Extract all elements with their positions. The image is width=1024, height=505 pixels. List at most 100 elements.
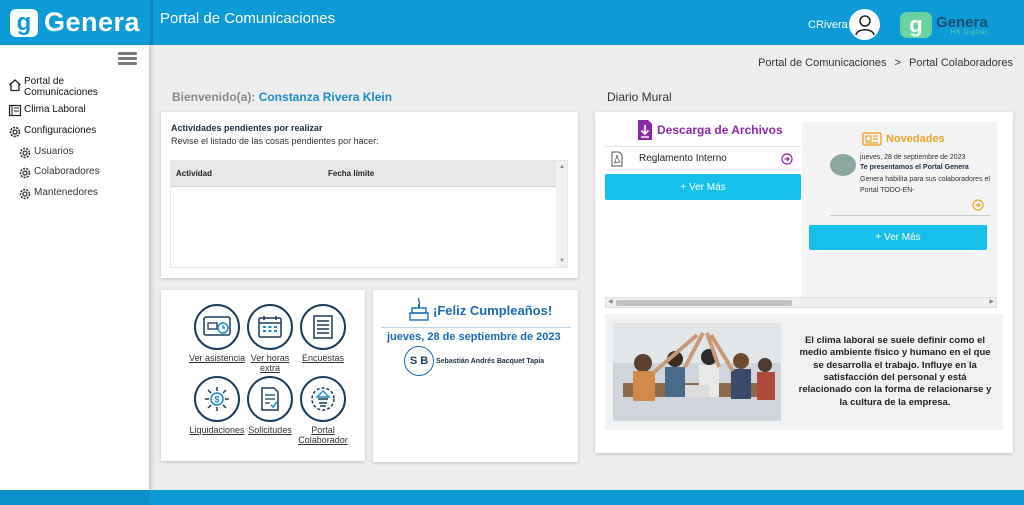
table-header: Actividad Fecha límite: [171, 161, 567, 187]
birthday-divider: [381, 327, 571, 328]
tile-label: Solicitudes: [248, 425, 292, 435]
user-avatar-icon[interactable]: [849, 9, 880, 40]
calendar-icon: [247, 304, 293, 350]
arrow-right-circle-icon[interactable]: [781, 153, 793, 165]
sidebar-item-clima[interactable]: Clima Laboral: [8, 104, 86, 117]
sidebar-item-label: Colaboradores: [34, 166, 100, 177]
scroll-left-icon[interactable]: ◀: [608, 298, 613, 305]
footer-bar: [0, 490, 1024, 505]
sidebar-item-colaboradores[interactable]: Colaboradores: [18, 166, 100, 180]
arrow-right-circle-icon[interactable]: [972, 199, 984, 211]
team-photo: [613, 323, 781, 421]
genera-hr-logo: g Genera HR Digital: [900, 12, 988, 38]
genera-hr-logo-icon: g: [900, 12, 932, 38]
scroll-right-icon[interactable]: ▶: [989, 298, 994, 305]
breadcrumb-separator: >: [894, 57, 901, 69]
scrollbar-thumb[interactable]: [616, 300, 792, 306]
column-header-activity[interactable]: Actividad: [171, 169, 328, 178]
welcome-prefix: Bienvenido(a):: [172, 90, 256, 104]
scroll-up-icon[interactable]: ▲: [559, 164, 565, 170]
activities-title: Actividades pendientes por realizar: [171, 123, 323, 133]
home-icon: [9, 79, 21, 92]
tile-encuestas[interactable]: Encuestas: [293, 304, 353, 364]
news-thumbnail: [830, 154, 856, 176]
sidebar-item-label: Portal de Comunicaciones: [24, 76, 98, 98]
attendance-icon: [194, 304, 240, 350]
activities-card: Actividades pendientes por realizar Revi…: [161, 112, 578, 278]
tile-liquidaciones[interactable]: $ Liquidaciones: [187, 376, 247, 436]
genera-logo-icon: g: [10, 8, 38, 37]
document-icon: [8, 104, 22, 117]
menu-toggle-icon[interactable]: [118, 52, 137, 66]
svg-text:$: $: [214, 395, 219, 405]
gear-icon: [19, 188, 31, 200]
breadcrumb: Portal de Comunicaciones > Portal Colabo…: [758, 57, 1013, 69]
sidebar-item-usuarios[interactable]: Usuarios: [18, 146, 73, 160]
user-name[interactable]: CRivera: [808, 19, 848, 31]
payroll-icon: $: [194, 376, 240, 422]
download-item-reglamento[interactable]: Reglamento Interno: [605, 146, 801, 170]
birthday-title: ¡Feliz Cumpleaños!: [433, 303, 553, 318]
breadcrumb-item-portal[interactable]: Portal de Comunicaciones: [758, 57, 886, 69]
mural-title: Diario Mural: [607, 90, 672, 104]
tile-portal-colaborador[interactable]: Portal Colaborador: [293, 376, 353, 446]
gear-icon: [19, 167, 31, 179]
gear-icon: [9, 126, 21, 138]
brand-logo[interactable]: g Genera: [0, 0, 150, 45]
page-title: Portal de Comunicaciones: [160, 10, 336, 27]
tile-solicitudes[interactable]: Solicitudes: [240, 376, 300, 436]
scroll-down-icon[interactable]: ▼: [559, 258, 565, 264]
download-item-label: Reglamento Interno: [639, 153, 727, 164]
horizontal-scrollbar[interactable]: ◀ ▶: [605, 297, 997, 308]
quick-access-card: Ver asistencia Ver horas extra Encuestas…: [161, 290, 365, 461]
cake-icon: [409, 297, 429, 321]
breadcrumb-item-colaboradores[interactable]: Portal Colaboradores: [909, 57, 1013, 69]
birthday-avatar: S B: [404, 346, 434, 376]
sidebar-item-label: Configuraciones: [24, 125, 97, 136]
news-panel: Novedades jueves, 28 de septiembre de 20…: [802, 122, 997, 300]
news-divider: [830, 215, 990, 216]
news-header: Novedades: [862, 132, 945, 146]
pdf-icon: [611, 151, 623, 166]
newspaper-icon: [862, 132, 882, 146]
tile-label: Liquidaciones: [189, 425, 245, 435]
tile-ver-horas-extra[interactable]: Ver horas extra: [240, 304, 300, 374]
tile-label: Ver horas extra: [250, 353, 290, 373]
activities-table: Actividad Fecha límite ▲ ▼: [170, 160, 568, 268]
hr-logo-name: Genera: [936, 13, 988, 31]
top-bar: g Genera Portal de Comunicaciones CRiver…: [0, 0, 1024, 45]
news-ver-mas-button[interactable]: + Ver Más: [809, 225, 987, 250]
clima-description: El clima laboral se suele definir como e…: [798, 335, 992, 408]
welcome-message: Bienvenido(a): Constanza Rivera Klein: [172, 90, 392, 104]
gear-icon: [19, 147, 31, 159]
sidebar-item-label: Mantenedores: [34, 187, 98, 198]
tile-ver-asistencia[interactable]: Ver asistencia: [187, 304, 247, 364]
header-divider: [150, 0, 153, 45]
sidebar-item-portal[interactable]: Portal de Comunicaciones: [8, 76, 108, 98]
sidebar-item-label: Usuarios: [34, 146, 74, 157]
vertical-scrollbar[interactable]: ▲ ▼: [556, 161, 567, 267]
news-date: jueves, 28 de septiembre de 2023: [860, 154, 966, 161]
sidebar-item-mantenedores[interactable]: Mantenedores: [18, 187, 98, 201]
birthday-person-name: Sebastián Andrés Bacquet Tapia: [436, 358, 545, 365]
news-excerpt: Genera habilita para sus colaboradores e…: [860, 176, 990, 194]
sidebar-item-configuraciones[interactable]: Configuraciones: [8, 125, 96, 139]
welcome-user-name: Constanza Rivera Klein: [258, 90, 393, 104]
activities-subtitle: Revise el listado de las cosas pendiente…: [171, 136, 379, 146]
column-header-deadline[interactable]: Fecha límite: [328, 169, 374, 178]
portal-icon: [300, 376, 346, 422]
download-file-icon: [638, 120, 652, 140]
tile-label: Portal Colaborador: [298, 425, 348, 445]
downloads-title: Descarga de Archivos: [657, 123, 783, 137]
birthday-card: ¡Feliz Cumpleaños! jueves, 28 de septiem…: [373, 290, 578, 462]
request-icon: [247, 376, 293, 422]
survey-icon: [300, 304, 346, 350]
sidebar: Portal de Comunicaciones Clima Laboral C…: [0, 45, 150, 490]
news-headline[interactable]: Te presentamos el Portal Genera: [860, 164, 969, 171]
downloads-ver-mas-button[interactable]: + Ver Más: [605, 174, 801, 200]
sidebar-item-label: Clima Laboral: [24, 104, 86, 115]
tile-label: Encuestas: [301, 353, 345, 363]
brand-name: Genera: [44, 7, 141, 37]
news-title: Novedades: [886, 133, 945, 145]
footer-sidebar-bar: [0, 490, 150, 505]
